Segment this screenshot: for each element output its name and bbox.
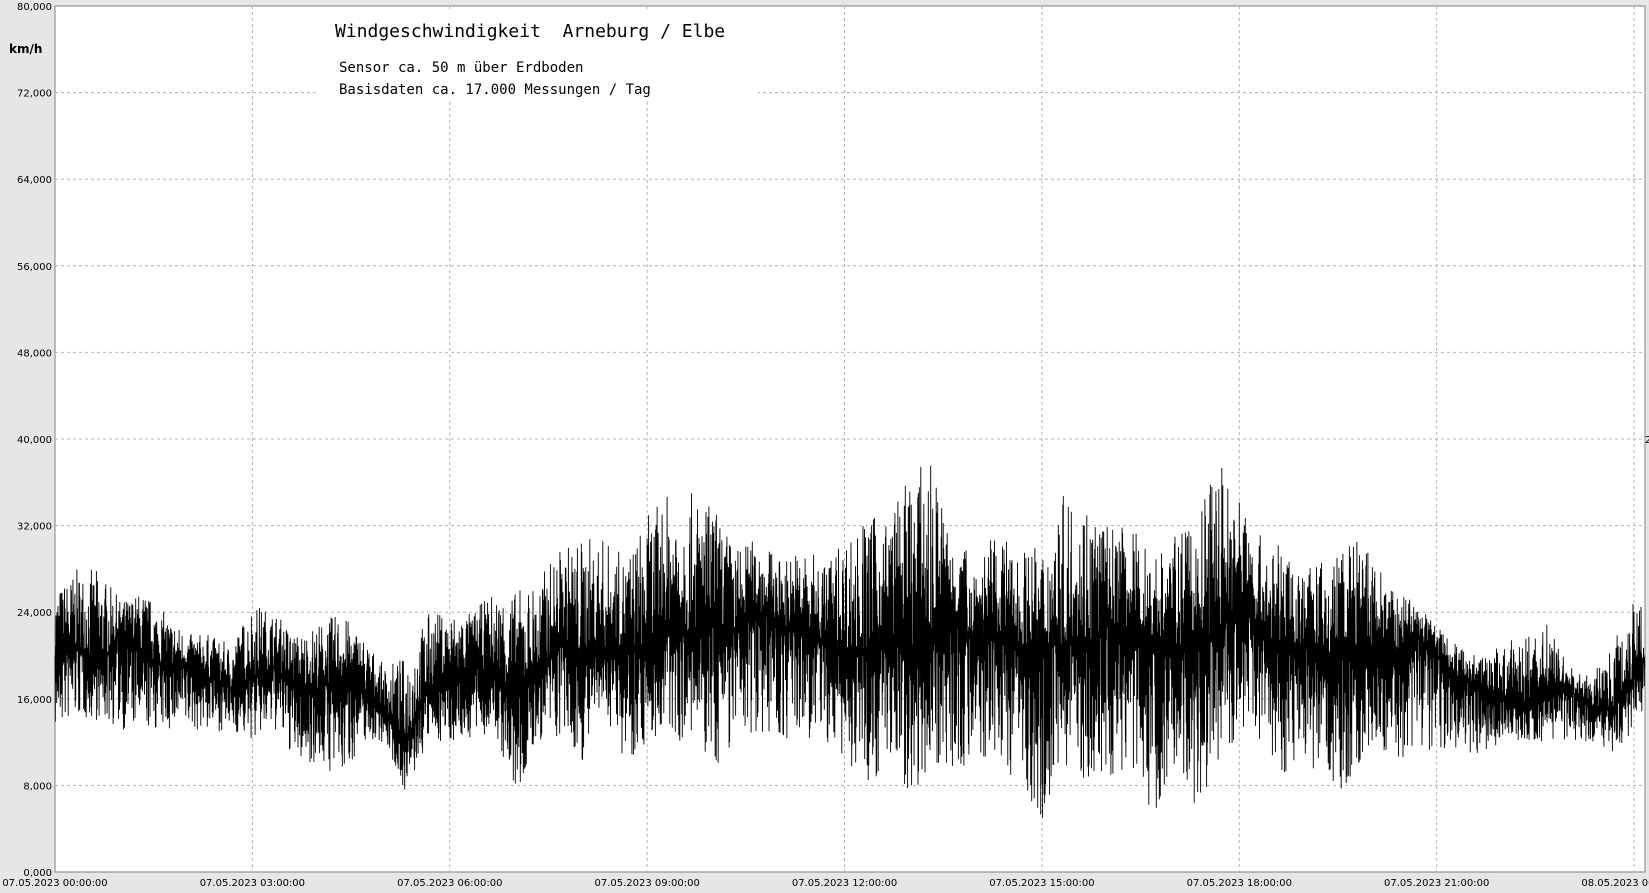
y-axis-ticks: 0,0008,00016,00024,00032,00040,00048,000…: [17, 2, 52, 879]
y-tick-label: 32,000: [17, 522, 52, 533]
x-tick-label: 07.05.2023 21:00:00: [1384, 878, 1489, 889]
y-tick-label: 40,000: [17, 435, 52, 446]
x-tick-label: 07.05.2023 18:00:00: [1187, 878, 1292, 889]
wind-speed-chart: 0,0008,00016,00024,00032,00040,00048,000…: [2, 2, 1649, 889]
y-tick-label: 24,000: [17, 608, 52, 619]
x-axis-ticks: 07.05.2023 00:00:00 07.05.2023 03:00:00 07…: [2, 878, 1649, 889]
x-tick-label: 07.05.2023 00:00:00: [2, 878, 107, 889]
x-tick-label: 07.05.2023 15:00:00: [989, 878, 1094, 889]
y-tick-label: 72,000: [17, 89, 52, 100]
x-tick-label: 08.05.2023 00:00:00: [1581, 878, 1649, 889]
x-tick-label: 07.05.2023 09:00:00: [594, 878, 699, 889]
x-tick-label: 07.05.2023 03:00:00: [200, 878, 305, 889]
chart-subtitle-sensor: Sensor ca. 50 m über Erdboden: [339, 60, 583, 76]
y-tick-label: 48,000: [17, 348, 52, 359]
y-axis-unit-label: km/h: [9, 42, 42, 56]
y-tick-label: 16,000: [17, 695, 52, 706]
x-tick-label: 07.05.2023 12:00:00: [792, 878, 897, 889]
x-tick-label: 07.05.2023 06:00:00: [397, 878, 502, 889]
y-tick-label: 56,000: [17, 262, 52, 273]
chart-subtitle-data: Basisdaten ca. 17.000 Messungen / Tag: [339, 82, 651, 98]
chart-title: Windgeschwindigkeit Arneburg / Elbe: [335, 21, 725, 42]
y-tick-label: 64,000: [17, 175, 52, 186]
y-tick-label: 8,000: [23, 781, 52, 792]
right-edge-marker: 2: [1645, 435, 1649, 446]
y-tick-label: 80,000: [17, 2, 52, 13]
